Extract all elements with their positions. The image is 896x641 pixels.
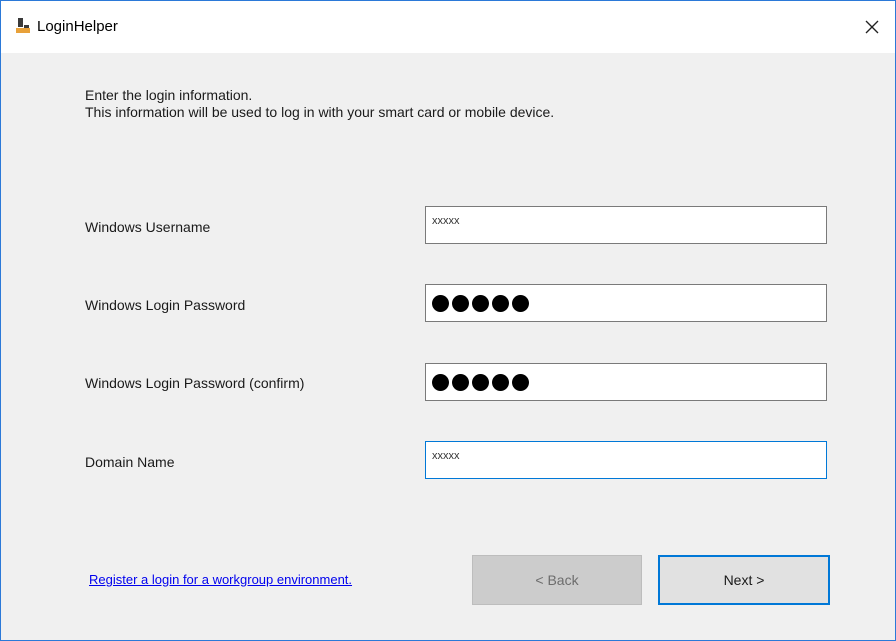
password-mask-dot [452,373,469,391]
password-mask-dot [512,373,529,391]
close-button[interactable] [849,1,895,53]
instruction-line-1: Enter the login information. [85,87,253,103]
password-mask-dot [492,294,509,312]
password-confirm-label: Windows Login Password (confirm) [85,375,305,391]
password-mask-dot [512,294,529,312]
instruction-line-2: This information will be used to log in … [85,104,555,120]
password-confirm-input[interactable] [425,363,827,401]
password-mask-dot [432,294,449,312]
username-input[interactable]: xxxxx [425,206,827,244]
instructions: Enter the login information. This inform… [85,87,554,121]
login-helper-window: LoginHelper Enter the login information.… [0,0,896,641]
workgroup-register-link[interactable]: Register a login for a workgroup environ… [89,572,352,587]
username-label: Windows Username [85,219,211,235]
password-input[interactable] [425,284,827,322]
password-mask-dot [432,373,449,391]
window-title: LoginHelper [37,18,118,35]
next-button[interactable]: Next > [658,555,830,605]
password-mask-dot [452,294,469,312]
password-mask-dot [492,373,509,391]
domain-label: Domain Name [85,454,175,470]
back-button[interactable]: < Back [472,555,642,605]
app-user-icon [16,18,30,33]
password-mask-dot [472,373,489,391]
password-mask-dot [472,294,489,312]
title-bar: LoginHelper [1,1,895,53]
close-icon [865,20,879,34]
domain-input[interactable]: xxxxx [425,441,827,479]
password-label: Windows Login Password [85,297,246,313]
